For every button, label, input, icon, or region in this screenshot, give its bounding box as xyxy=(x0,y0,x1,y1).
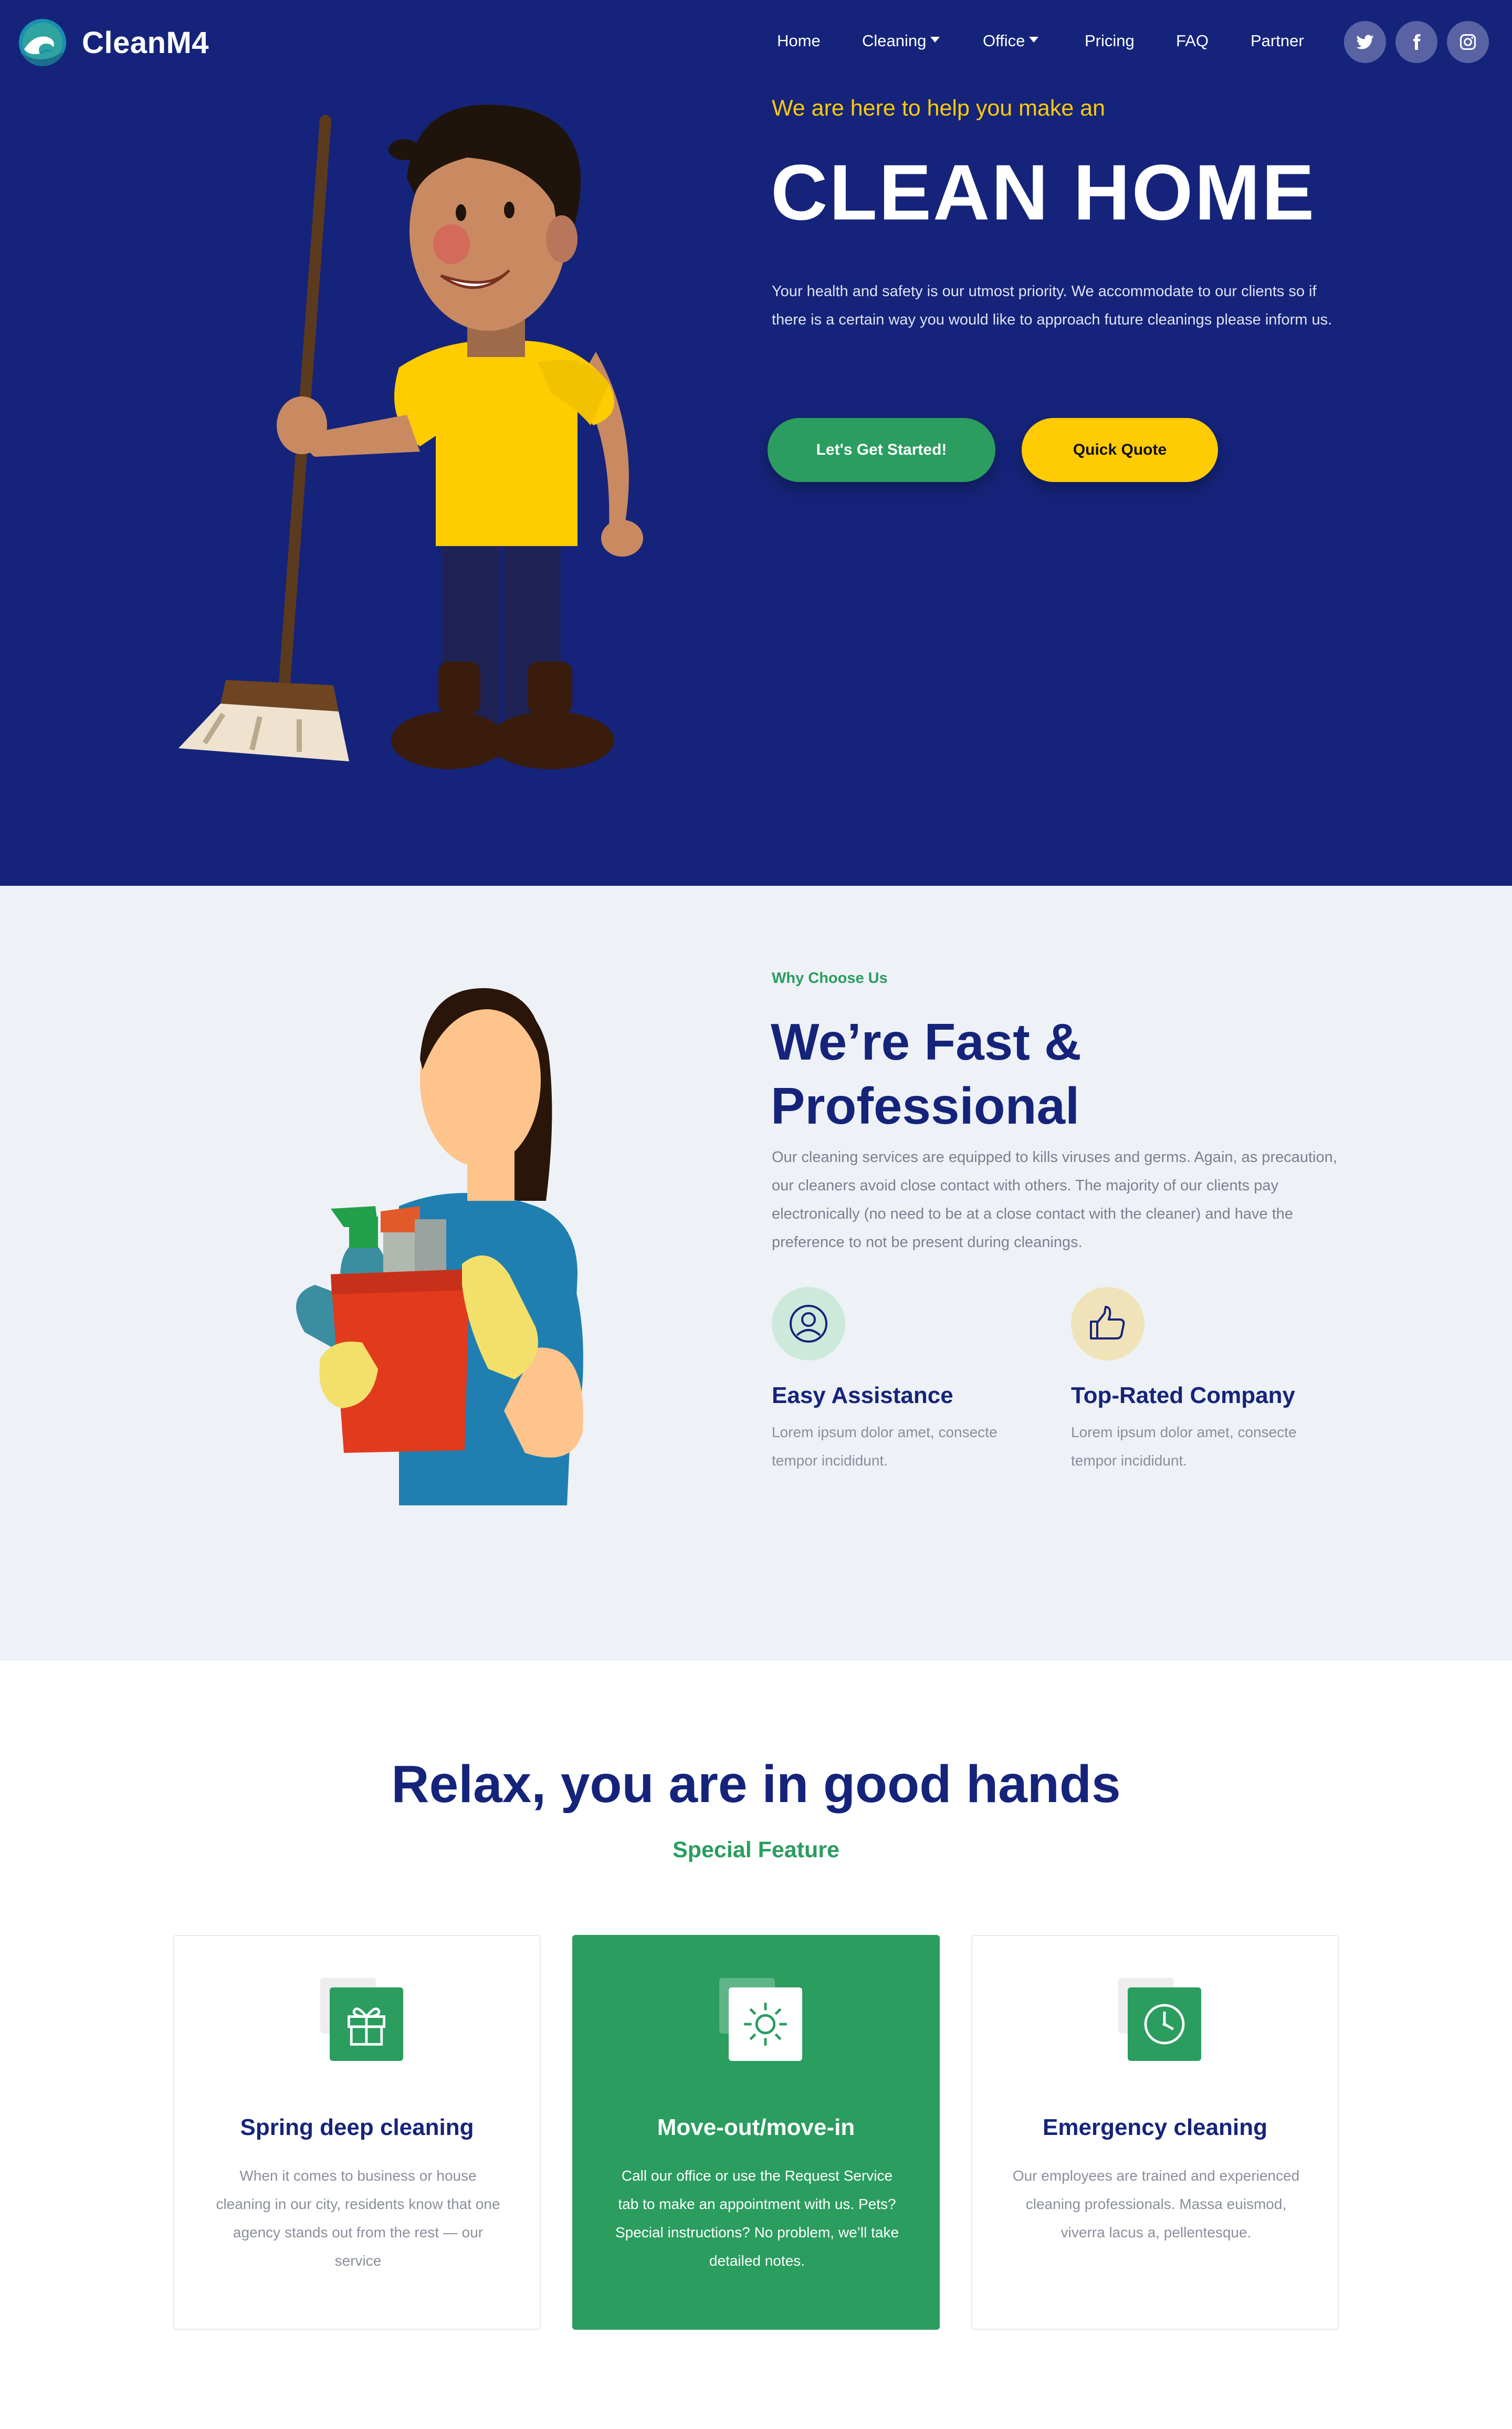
nav-link-home[interactable]: Home xyxy=(777,32,821,50)
service-card-move[interactable]: Move-out/move-in Call our office or use … xyxy=(572,1935,940,2330)
nav-link-office[interactable]: Office xyxy=(983,32,1039,50)
gift-icon xyxy=(320,1978,403,2061)
card-text: When it comes to business or house clean… xyxy=(216,2168,500,2269)
service-card-emergency[interactable]: Emergency cleaning Our employees are tra… xyxy=(971,1935,1339,2330)
services-section: Relax, you are in good hands Special Fea… xyxy=(0,1661,1512,2429)
brand-logo[interactable]: CleanM4 xyxy=(19,19,209,66)
feature-text: Lorem ipsum dolor amet, consecte tempor … xyxy=(772,1424,998,1469)
get-started-button[interactable]: Let's Get Started! xyxy=(768,418,995,482)
services-title: Relax, you are in good hands xyxy=(391,1755,1121,1814)
clock-icon xyxy=(1118,1978,1201,2061)
hero-title: CLEAN HOME xyxy=(771,148,1316,236)
quick-quote-button[interactable]: Quick Quote xyxy=(1022,418,1218,482)
facebook-icon[interactable] xyxy=(1395,21,1437,63)
janitor-illustration xyxy=(178,104,643,769)
instagram-icon[interactable] xyxy=(1447,21,1489,63)
hero-section: We are here to help you make an CLEAN HO… xyxy=(0,0,1512,886)
top-navbar: CleanM4 Home Cleaning Office Pricing FAQ… xyxy=(0,0,1512,88)
card-text: Our employees are trained and experience… xyxy=(1012,2168,1300,2240)
chevron-down-icon xyxy=(930,36,940,43)
why-kicker: Why Choose Us xyxy=(772,970,888,987)
thumbs-up-icon xyxy=(1071,1287,1144,1360)
card-title: Move-out/move-in xyxy=(657,2114,855,2140)
service-card-spring[interactable]: Spring deep cleaning When it comes to bu… xyxy=(173,1935,541,2330)
nav-link-faq[interactable]: FAQ xyxy=(1176,32,1209,50)
feature-easy-assistance: Easy Assistance Lorem ipsum dolor amet, … xyxy=(772,1287,1045,1475)
wave-logo-icon xyxy=(19,19,66,66)
card-title: Spring deep cleaning xyxy=(240,2114,474,2140)
services-subtitle: Special Feature xyxy=(673,1837,839,1862)
hero-kicker: We are here to help you make an xyxy=(772,96,1106,121)
nav-link-partner[interactable]: Partner xyxy=(1251,32,1304,50)
nav-link-pricing[interactable]: Pricing xyxy=(1085,32,1135,50)
why-title: We’re Fast & Professional xyxy=(771,1013,1082,1135)
card-title: Emergency cleaning xyxy=(1043,2114,1267,2140)
feature-top-rated: Top-Rated Company Lorem ipsum dolor amet… xyxy=(1071,1287,1344,1475)
chevron-down-icon xyxy=(1029,36,1039,43)
sun-icon xyxy=(719,1978,802,2061)
cleaner-woman-illustration xyxy=(296,988,583,1505)
hero-description: Your health and safety is our utmost pri… xyxy=(772,283,1332,328)
feature-text: Lorem ipsum dolor amet, consecte tempor … xyxy=(1071,1424,1297,1469)
nav-link-cleaning[interactable]: Cleaning xyxy=(862,32,940,50)
brand-name: CleanM4 xyxy=(82,25,209,60)
user-icon xyxy=(772,1287,845,1360)
feature-title: Easy Assistance xyxy=(772,1383,953,1408)
why-choose-us-section: Why Choose Us We’re Fast & Professional … xyxy=(0,886,1512,1661)
card-text: Call our office or use the Request Servi… xyxy=(615,2168,899,2269)
feature-title: Top-Rated Company xyxy=(1071,1383,1295,1408)
twitter-icon[interactable] xyxy=(1344,21,1386,63)
why-description: Our cleaning services are equipped to ki… xyxy=(772,1149,1337,1251)
